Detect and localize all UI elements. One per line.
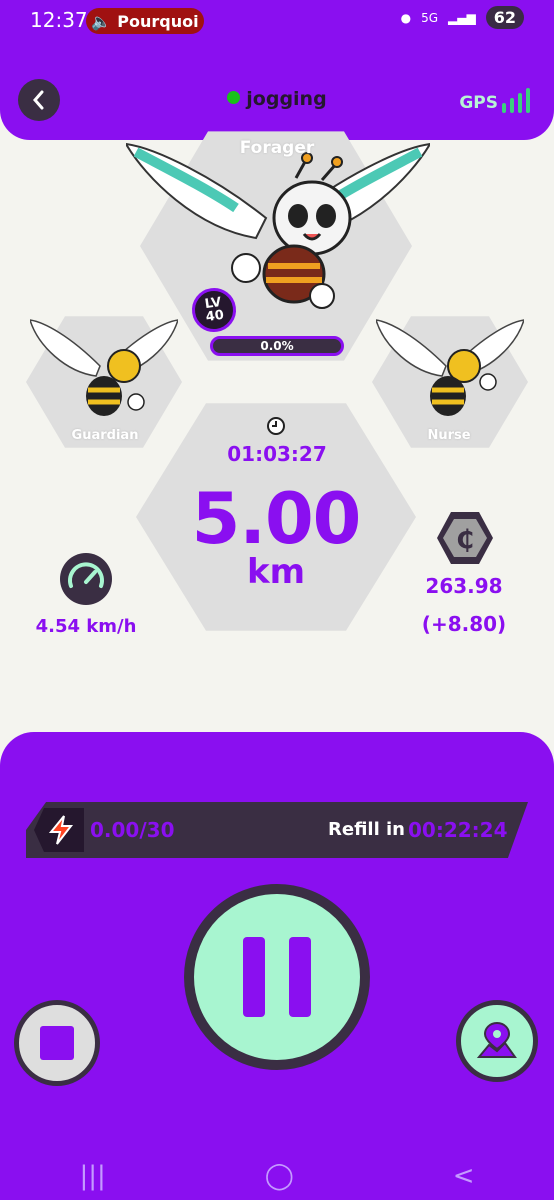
home-icon[interactable]: ◯ [265,1161,294,1191]
clock-icon [267,417,285,435]
signal-icon: ▂▄▆ [448,10,476,25]
pause-icon [289,937,311,1017]
status-icons: ● 5G ▂▄▆ 62 [401,6,524,29]
gain-value: (+8.80) [421,612,507,636]
elapsed-time: 01:03:27 [227,442,327,466]
svg-text:₵: ₵ [456,525,474,555]
refill-label: Refill in [328,819,406,840]
distance-unit: km [246,552,306,592]
map-pin-icon [476,1021,517,1058]
guardian-bee-image [30,319,178,416]
nurse-name: Nurse [427,428,471,443]
media-label: Pourquoi [117,11,199,31]
map-button[interactable] [456,1000,538,1082]
level-value: 40 [204,307,225,326]
gps-signal-bar [518,93,522,113]
pause-icon [243,937,265,1017]
media-indicator[interactable]: 🔈 Pourquoi [86,8,204,34]
pause-button[interactable] [184,884,370,1070]
level-progress-bar: 0.0% [210,336,344,356]
balance-value: 263.98 [425,574,503,598]
status-time: 12:37 [30,8,88,32]
network-label: 5G [421,10,439,25]
stop-button[interactable] [14,1000,100,1086]
gps-label: GPS [459,93,498,113]
speed-value: 4.54 km/h [35,616,137,637]
forager-name: Forager [239,138,315,158]
lightning-icon [48,815,74,845]
location-icon: ● [400,10,412,25]
gps-signal-bar [526,88,530,113]
speaker-icon: 🔈 [91,11,112,31]
gps-signal-bar [502,103,506,113]
energy-value: 0.00/30 [90,818,175,842]
activity-label: jogging [246,88,327,110]
guardian-name: Guardian [71,428,139,443]
active-dot-icon [227,91,241,104]
system-back-icon[interactable]: < [453,1161,475,1191]
distance-value: 5.00 [191,478,362,560]
nurse-bee-image [376,319,524,416]
refill-time: 00:22:24 [408,818,508,842]
coin-icon: ₵ [437,512,493,564]
gps-signal-bar [510,98,514,113]
stop-icon [40,1026,74,1060]
forager-bee-image [126,142,430,309]
battery-indicator: 62 [485,6,524,29]
recent-apps-icon[interactable]: ||| [79,1161,105,1191]
speedometer-icon [60,553,112,605]
gps-indicator: GPS [459,88,530,113]
system-nav-bar: ||| ◯ < [0,1152,554,1200]
